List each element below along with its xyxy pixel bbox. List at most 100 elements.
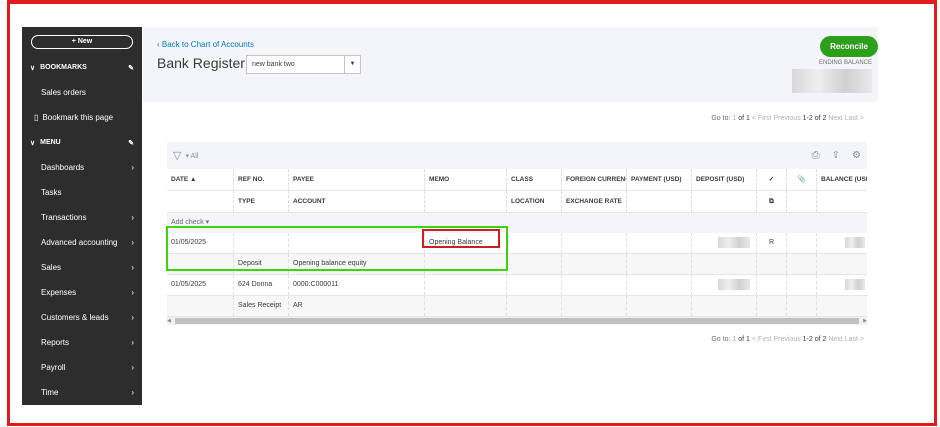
filter-icon[interactable]: ▽ (173, 149, 181, 162)
sidebar-item-label: Transactions (41, 213, 87, 222)
sidebar-item-label: Customers & leads (41, 313, 109, 322)
chevron-right-icon: › (131, 163, 134, 172)
row-line-1: 01/05/2025 624 Donna 0000:C000011 (167, 275, 867, 296)
gear-icon[interactable]: ⚙ (852, 150, 861, 161)
chevron-right-icon: › (131, 313, 134, 322)
chevron-down-icon: ∨ (30, 64, 36, 72)
sidebar-item-time[interactable]: Time › (22, 380, 142, 405)
sidebar-item-dashboards[interactable]: Dashboards › (22, 155, 142, 180)
sidebar-item-label: Expenses (41, 288, 77, 297)
new-button[interactable]: + New (31, 35, 133, 49)
range-label: 1-2 of 2 (802, 336, 827, 343)
cell-date: 01/05/2025 (167, 275, 234, 295)
ending-balance-label: ENDING BALANCE (818, 60, 872, 66)
sidebar-item-payroll[interactable]: Payroll › (22, 355, 142, 380)
header-row-1: DATE ▲ REF NO. PAYEE MEMO CLASS FOREIGN … (167, 169, 867, 191)
last-link[interactable]: Last > (845, 115, 864, 122)
chevron-right-icon: › (131, 213, 134, 222)
col-payment[interactable]: PAYMENT (USD) (627, 169, 692, 190)
sidebar-item-expenses[interactable]: Expenses › (22, 280, 142, 305)
next-link[interactable]: Next (828, 336, 842, 343)
export-icon[interactable]: ⇪ (832, 150, 840, 161)
last-link[interactable]: Last > (845, 336, 864, 343)
ending-balance-value-redacted (792, 69, 872, 93)
pencil-icon[interactable]: ✎ (128, 64, 134, 72)
sidebar-item-label: Time (41, 388, 59, 397)
col-reconciled[interactable]: ✓ (757, 169, 787, 190)
horizontal-scrollbar[interactable]: ◀ ▶ (167, 317, 867, 325)
sidebar-item-sales[interactable]: Sales › (22, 255, 142, 280)
account-select[interactable]: new bank two ▼ (246, 55, 361, 74)
col-exchange-rate[interactable]: EXCHANGE RATE (562, 191, 627, 212)
sidebar-item-reports[interactable]: Reports › (22, 330, 142, 355)
print-icon[interactable]: ⎙ (812, 150, 820, 161)
pencil-icon[interactable]: ✎ (128, 139, 134, 147)
next-link[interactable]: Next (828, 115, 842, 122)
cell-ref: 624 Donna (234, 275, 289, 295)
caret-down-icon: ▼ (344, 56, 360, 73)
col-class[interactable]: CLASS (507, 169, 562, 190)
page-input[interactable]: 1 (732, 336, 736, 343)
page-title: Bank Register (157, 55, 245, 71)
pager-bottom: Go to: 1 of 1 < First Previous 1-2 of 2 … (711, 336, 864, 343)
scroll-right-icon[interactable]: ▶ (863, 318, 867, 324)
sidebar-item-label: Dashboards (41, 163, 85, 172)
copy-icon[interactable]: ⧉ (757, 191, 787, 212)
cell-deposit-redacted (692, 233, 757, 253)
bookmark-this-page[interactable]: ▯ Bookmark this page (22, 105, 142, 130)
back-link-label: Back to Chart of Accounts (161, 40, 254, 49)
cell-class (507, 233, 562, 253)
sidebar: + New ∨ BOOKMARKS ✎ Sales orders ▯ Bookmark… (22, 27, 142, 405)
chevron-right-icon: › (131, 338, 134, 347)
cell-status (757, 275, 787, 295)
sidebar-item-advanced-accounting[interactable]: Advanced accounting › (22, 230, 142, 255)
sidebar-item-tasks[interactable]: Tasks (22, 180, 142, 205)
menu-label: MENU (40, 139, 61, 146)
previous-link[interactable]: Previous (773, 336, 800, 343)
col-balance[interactable]: BALANCE (USD) (817, 169, 867, 190)
page-count: of 1 (738, 336, 750, 343)
bookmarks-section[interactable]: ∨ BOOKMARKS ✎ (22, 55, 142, 80)
reconcile-button[interactable]: Reconcile (820, 36, 878, 57)
highlight-memo-box (422, 229, 500, 248)
col-type[interactable]: TYPE (234, 191, 289, 212)
col-foreign-currency[interactable]: FOREIGN CURRENCY (562, 169, 627, 190)
scroll-left-icon[interactable]: ◀ (167, 318, 171, 324)
col-ref[interactable]: REF NO. (234, 169, 289, 190)
sidebar-item-label: Tasks (41, 188, 62, 197)
cell-balance-redacted (817, 275, 867, 295)
page-input[interactable]: 1 (732, 115, 736, 122)
sidebar-item-label: Sales orders (41, 88, 86, 97)
sidebar-item-customers-leads[interactable]: Customers & leads › (22, 305, 142, 330)
back-link[interactable]: ‹ Back to Chart of Accounts (157, 40, 254, 49)
col-location[interactable]: LOCATION (507, 191, 562, 212)
chevron-right-icon: › (131, 263, 134, 272)
sidebar-item-label: Advanced accounting (41, 238, 118, 247)
first-link[interactable]: < First (752, 336, 772, 343)
col-account[interactable]: ACCOUNT (289, 191, 425, 212)
table-row[interactable]: 01/05/2025 624 Donna 0000:C000011 Sales … (167, 275, 867, 317)
menu-section[interactable]: ∨ MENU ✎ (22, 130, 142, 155)
sidebar-item-label: Bookmark this page (42, 113, 114, 122)
cell-payment (627, 233, 692, 253)
cell-deposit-redacted (692, 275, 757, 295)
paperclip-icon: 📎 (787, 169, 817, 190)
sidebar-item-sales-orders[interactable]: Sales orders (22, 80, 142, 105)
cell-status: R (757, 233, 787, 253)
filter-dropdown[interactable]: ▾ All (185, 152, 198, 160)
page-count: of 1 (738, 115, 750, 122)
scrollbar-thumb[interactable] (174, 318, 860, 324)
col-date[interactable]: DATE ▲ (167, 169, 234, 190)
sidebar-item-label: Payroll (41, 363, 66, 372)
header-row-2: TYPE ACCOUNT LOCATION EXCHANGE RATE ⧉ (167, 191, 867, 213)
sidebar-item-transactions[interactable]: Transactions › (22, 205, 142, 230)
col-payee[interactable]: PAYEE (289, 169, 425, 190)
chevron-right-icon: › (131, 388, 134, 397)
table-toolbar: ▽ ▾ All ⎙ ⇪ ⚙ (167, 142, 867, 169)
empty (787, 191, 817, 212)
first-link[interactable]: < First (752, 115, 772, 122)
goto-label: Go to: (711, 115, 731, 122)
col-memo[interactable]: MEMO (425, 169, 507, 190)
previous-link[interactable]: Previous (773, 115, 800, 122)
col-deposit[interactable]: DEPOSIT (USD) (692, 169, 757, 190)
